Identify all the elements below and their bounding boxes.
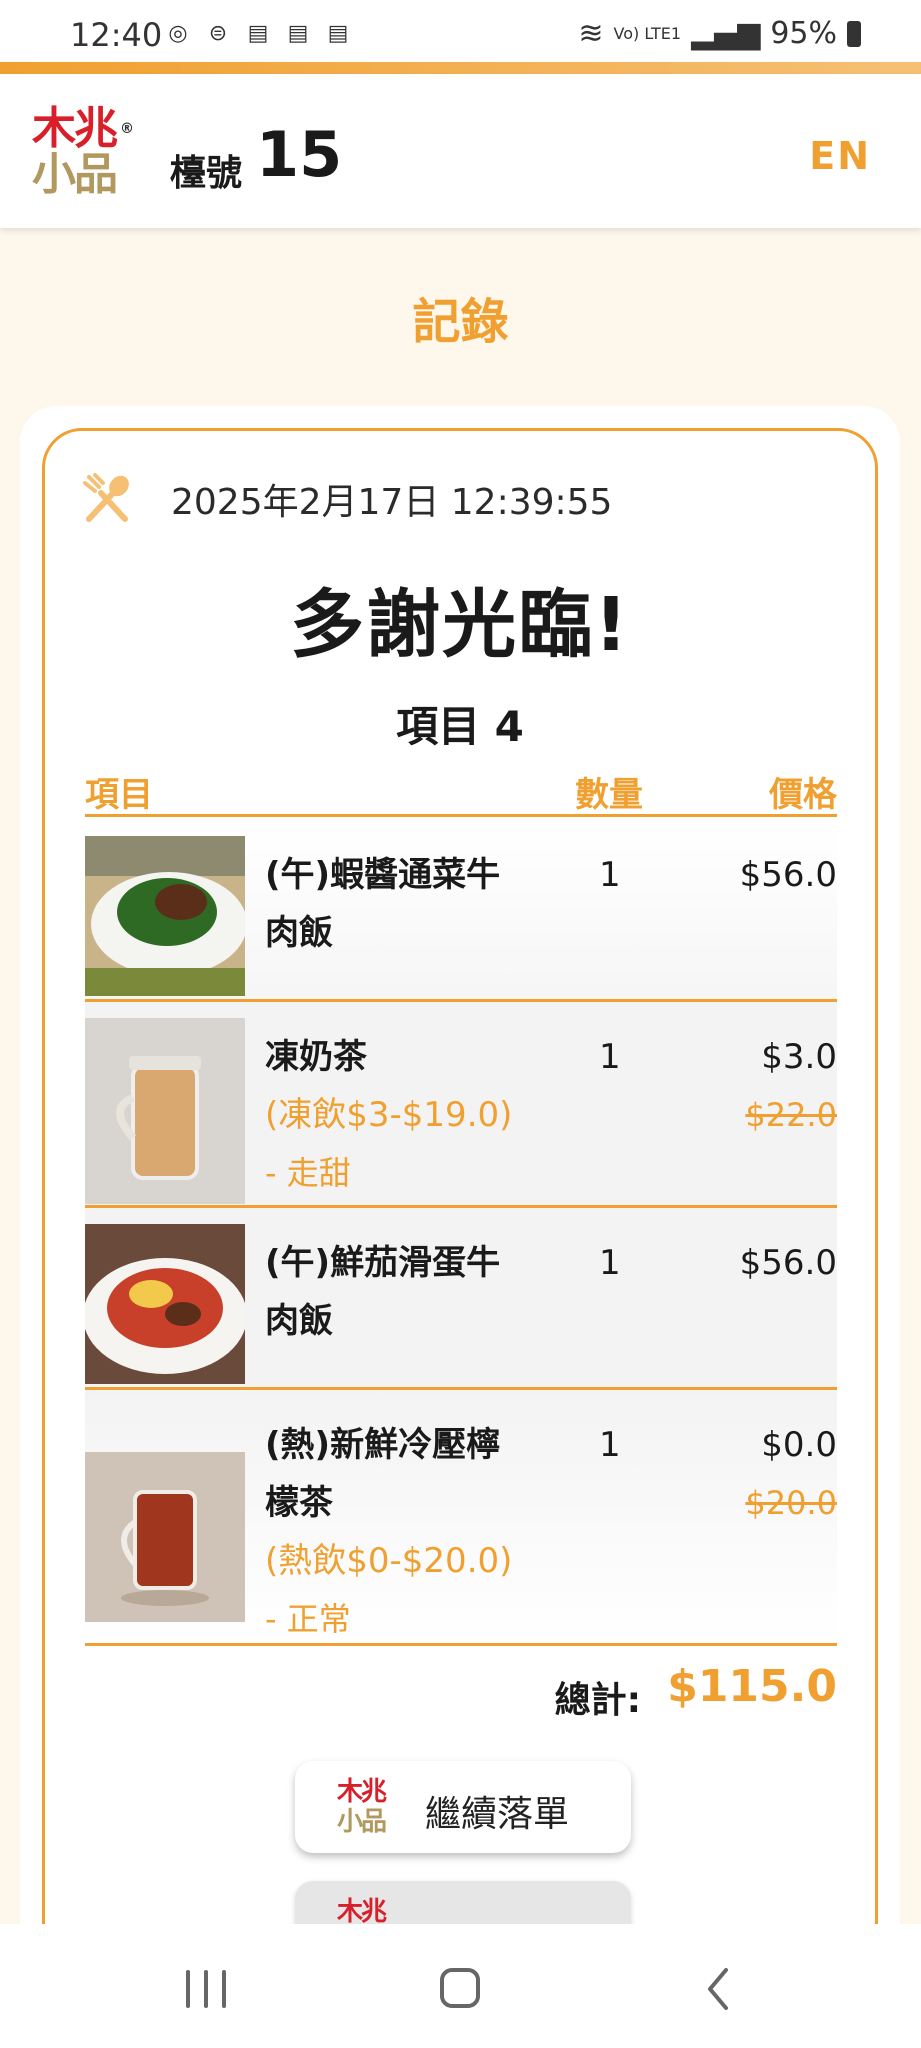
item-qty: 1 xyxy=(599,855,621,895)
item-qty: 1 xyxy=(599,1425,621,1465)
item-price-original: $20.0 xyxy=(745,1484,837,1522)
status-bar: 12:40 ◎ ⊜ ▤ ▤ ▤ ≋ Vo) LTE1 ▂▄▆ 95% xyxy=(0,0,921,66)
column-header-price: 價格 xyxy=(769,775,837,815)
status-time: 12:40 xyxy=(70,16,163,54)
order-timestamp: 2025年2月17日 12:39:55 xyxy=(171,482,613,523)
item-name-line: (午)蝦醬通菜牛 xyxy=(265,855,501,895)
receipt-card: 2025年2月17日 12:39:55 多謝光臨! 項目 4 項目 數量 價格 xyxy=(20,406,900,2048)
battery-icon xyxy=(847,20,861,47)
item-category-range: (熱飲$0-$20.0) xyxy=(265,1541,513,1581)
order-row: (熱)新鮮冷壓檸 檬茶 (熱飲$0-$20.0) - 正常 1 $0.0 $20… xyxy=(85,1390,837,1646)
item-price-current: $3.0 xyxy=(761,1037,837,1077)
back-icon[interactable] xyxy=(690,1964,750,2014)
item-category-range: (凍飲$3-$19.0) xyxy=(265,1095,513,1135)
fork-spoon-icon xyxy=(83,473,129,522)
item-name-line: 凍奶茶 xyxy=(265,1037,367,1077)
table-label: 檯號 xyxy=(170,153,243,194)
system-nav-bar xyxy=(0,1924,921,2048)
item-photo-hot-lemon-tea xyxy=(85,1452,245,1622)
item-name: 凍奶茶 (凍飲$3-$19.0) - 走甜 xyxy=(265,1028,525,1202)
item-qty: 1 xyxy=(599,1037,621,1077)
item-name-line: (熱)新鮮冷壓檸 xyxy=(265,1425,501,1465)
item-price: $3.0 $22.0 xyxy=(745,1028,837,1144)
item-photo-rice-greens xyxy=(85,836,245,996)
logo-line1: 木兆 xyxy=(337,1777,387,1807)
continue-ordering-label: 繼續落單 xyxy=(425,1794,570,1835)
total-row: 總計: $115.0 xyxy=(85,1657,837,1727)
item-option: - 正常 xyxy=(265,1600,351,1638)
receipt-border: 2025年2月17日 12:39:55 多謝光臨! 項目 4 項目 數量 價格 xyxy=(42,428,878,2048)
app-notification-icon: ▤ xyxy=(327,21,349,46)
app-header: 木兆 小品 ® 檯號 15 EN xyxy=(0,74,921,228)
item-name-line: 肉飯 xyxy=(265,1301,333,1341)
item-option: - 走甜 xyxy=(265,1154,351,1192)
order-row: 凍奶茶 (凍飲$3-$19.0) - 走甜 1 $3.0 $22.0 xyxy=(85,1002,837,1208)
item-price-current: $0.0 xyxy=(761,1425,837,1465)
item-name-line: 肉飯 xyxy=(265,913,333,953)
signal-icon: ▂▄▆ xyxy=(691,16,761,51)
notification-icons: ◎ ⊜ ▤ ▤ ▤ xyxy=(162,18,354,50)
logo-line2: 小品 xyxy=(32,149,118,200)
app-notification-icon: ▤ xyxy=(247,21,269,46)
battery-level: 95% xyxy=(770,16,837,51)
order-row: (午)鮮茄滑蛋牛 肉飯 1 $56.0 xyxy=(85,1208,837,1390)
table-number: 15 xyxy=(256,118,343,191)
item-price: $0.0 $20.0 xyxy=(745,1416,837,1532)
item-qty: 1 xyxy=(599,1243,621,1283)
item-photo-iced-milk-tea xyxy=(85,1018,245,1204)
app-icon: ⊜ xyxy=(208,21,228,46)
logo-registered-mark: ® xyxy=(120,121,134,137)
order-row: (午)蝦醬通菜牛 肉飯 1 $56.0 xyxy=(85,820,837,1002)
item-name-line: (午)鮮茄滑蛋牛 xyxy=(265,1243,501,1283)
continue-ordering-button[interactable]: 木兆 小品 繼續落單 xyxy=(295,1761,631,1853)
total-value: $115.0 xyxy=(667,1661,837,1712)
column-header-qty: 數量 xyxy=(575,775,643,815)
brand-logo: 木兆 小品 ® xyxy=(32,106,136,206)
item-photo-tomato-egg-rice xyxy=(85,1224,245,1384)
item-count: 項目 4 xyxy=(396,702,524,751)
home-icon[interactable] xyxy=(430,1964,490,2014)
item-name-line: 檬茶 xyxy=(265,1483,333,1523)
app-notification-icon: ▤ xyxy=(287,21,309,46)
brand-logo: 木兆 小品 xyxy=(337,1777,407,1839)
logo-line2: 小品 xyxy=(337,1807,387,1837)
item-price-original: $22.0 xyxy=(745,1096,837,1134)
accent-bar xyxy=(0,62,921,74)
logo-line1: 木兆 xyxy=(337,1897,387,1927)
column-header-item: 項目 xyxy=(85,775,153,815)
item-name: (午)蝦醬通菜牛 肉飯 xyxy=(265,846,525,962)
item-price: $56.0 xyxy=(739,855,837,895)
item-name: (午)鮮茄滑蛋牛 肉飯 xyxy=(265,1234,525,1350)
wifi-icon: ≋ xyxy=(578,16,604,51)
status-right: ≋ Vo) LTE1 ▂▄▆ 95% xyxy=(578,16,861,51)
item-price: $56.0 xyxy=(739,1243,837,1283)
recent-apps-icon[interactable] xyxy=(176,1964,236,2014)
network-label: Vo) LTE1 xyxy=(613,23,682,43)
column-headers: 項目 數量 價格 xyxy=(85,767,837,817)
item-name: (熱)新鮮冷壓檸 檬茶 (熱飲$0-$20.0) - 正常 xyxy=(265,1416,525,1648)
total-label: 總計: xyxy=(554,1680,641,1721)
thank-you-heading: 多謝光臨! xyxy=(290,582,630,668)
whatsapp-icon: ◎ xyxy=(168,21,188,46)
page-title: 記錄 xyxy=(412,294,509,350)
order-list: (午)蝦醬通菜牛 肉飯 1 $56.0 凍奶茶 (凍飲$3-$19.0) - 走… xyxy=(85,820,837,1646)
language-toggle-button[interactable]: EN xyxy=(809,134,871,178)
